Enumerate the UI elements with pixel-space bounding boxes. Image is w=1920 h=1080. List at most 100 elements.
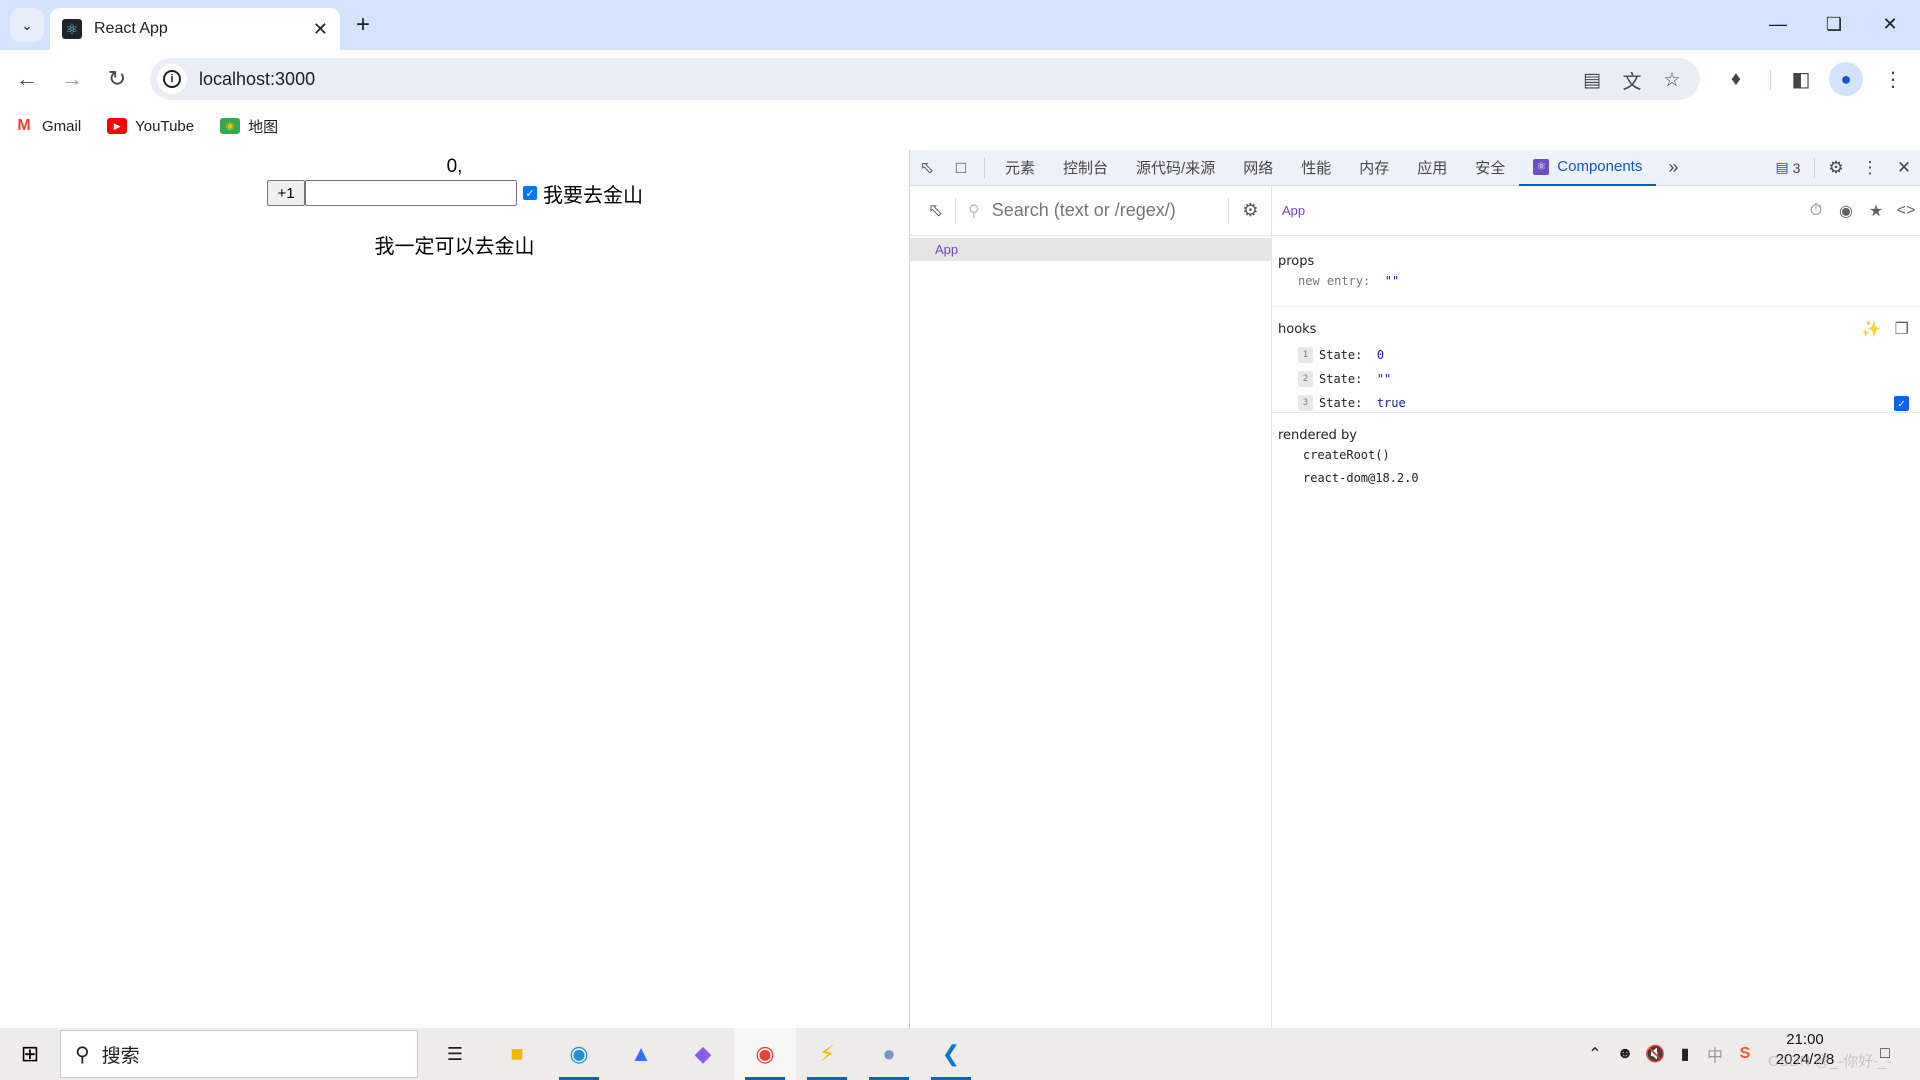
issues-icon: ▤ [1775, 159, 1789, 175]
task-view-button[interactable]: ☰ [424, 1028, 486, 1080]
ime-indicator[interactable]: 中 [1700, 1028, 1730, 1080]
clock-time: 21:00 [1786, 1031, 1824, 1048]
hook-key: State [1319, 372, 1356, 386]
hook-index: 2 [1298, 371, 1313, 387]
site-info-button[interactable]: i [157, 64, 187, 94]
tab-performance[interactable]: 性能 [1287, 150, 1345, 186]
component-search-input[interactable] [991, 200, 1228, 221]
robot-icon: ● [882, 1041, 896, 1066]
assistant-app[interactable]: ● [858, 1028, 920, 1080]
vscode-app[interactable]: ❮ [920, 1028, 982, 1080]
windows-taskbar: ⊞ ⚲ 搜索 ☰ ■ ◉ ▲ ◆ ◉ ⚡ ● ❮ ⌃ ☻ 🔇 ▮ 中 S □ [0, 1028, 1920, 1080]
install-app-icon[interactable]: ▤ [1578, 66, 1606, 94]
prop-value[interactable]: "" [1385, 274, 1399, 288]
props-title: props [1278, 254, 1315, 269]
inspect-element-icon[interactable]: ⬁ [910, 150, 944, 186]
tab-sources[interactable]: 源代码/来源 [1122, 150, 1229, 186]
tab-memory[interactable]: 内存 [1345, 150, 1403, 186]
hook-row[interactable]: 2 State: "" [1278, 367, 1920, 391]
bookmarks-bar: M Gmail ▶ YouTube ◉ 地图 [0, 108, 1920, 144]
youtube-icon: ▶ [107, 118, 128, 134]
tab-application[interactable]: 应用 [1403, 150, 1461, 186]
hook-row[interactable]: 3 State: true ✓ [1278, 391, 1920, 415]
conditional-message: 我一定可以去金山 [374, 234, 535, 258]
menu-icon[interactable]: ⋮ [1876, 62, 1910, 96]
device-toolbar-icon[interactable]: □ [944, 150, 978, 186]
feishu-app[interactable]: ▲ [610, 1028, 672, 1080]
entry-input[interactable] [305, 180, 517, 206]
close-devtools-icon[interactable]: ✕ [1887, 150, 1920, 186]
more-tabs-icon[interactable]: » [1656, 150, 1690, 186]
props-section: props new entry: "" [1272, 248, 1920, 307]
hook-row[interactable]: 1 State: 0 [1278, 343, 1920, 367]
eye-icon[interactable]: ◉ [1831, 201, 1861, 221]
parse-hook-names-icon[interactable]: ✨ [1861, 321, 1881, 338]
tab-elements[interactable]: 元素 [991, 150, 1049, 186]
tab-components[interactable]: ⚛ Components [1519, 150, 1657, 186]
copilot-app[interactable]: ◆ [672, 1028, 734, 1080]
tab-search-button[interactable]: ⌄ [10, 8, 44, 42]
tool-app[interactable]: ⚡ [796, 1028, 858, 1080]
qq-tray-icon[interactable]: ☻ [1610, 1028, 1640, 1080]
url-text[interactable]: localhost:3000 [199, 69, 315, 90]
issues-button[interactable]: ▤ 3 [1766, 150, 1810, 186]
increment-button[interactable]: +1 [267, 180, 305, 206]
bookmark-gmail[interactable]: M Gmail [14, 117, 81, 135]
browser-tab[interactable]: ⚛ React App ✕ [50, 8, 340, 50]
stopwatch-icon[interactable]: ⏱ [1801, 202, 1831, 220]
extensions-icon[interactable]: ♦ [1719, 62, 1753, 96]
start-button[interactable]: ⊞ [0, 1028, 60, 1080]
battery-icon[interactable]: ▮ [1670, 1028, 1700, 1080]
arrow-right-icon: → [61, 66, 83, 91]
tab-title: React App [94, 20, 168, 37]
reload-button[interactable]: ↻ [100, 62, 134, 96]
tab-network[interactable]: 网络 [1229, 150, 1287, 186]
chrome-app[interactable]: ◉ [734, 1028, 796, 1080]
toolbar-divider [1770, 70, 1771, 90]
bookmark-label: 地图 [248, 118, 279, 136]
react-icon: ⚛ [1533, 158, 1550, 175]
view-source-icon[interactable]: <> [1891, 202, 1920, 220]
hook-value[interactable]: "" [1377, 372, 1391, 386]
more-options-icon[interactable]: ⋮ [1853, 150, 1887, 186]
tree-settings-icon[interactable]: ⚙ [1228, 197, 1272, 224]
tab-console[interactable]: 控制台 [1049, 150, 1122, 186]
back-button[interactable]: ← [10, 62, 44, 96]
tree-item[interactable]: App [910, 238, 1272, 261]
volume-muted-icon[interactable]: 🔇 [1640, 1028, 1670, 1080]
sogou-icon[interactable]: S [1730, 1028, 1760, 1080]
side-panel-icon[interactable]: ◧ [1784, 62, 1818, 96]
component-tree: ⬁ ⚲ ⚙ App [910, 186, 1272, 1028]
restore-button[interactable]: ❏ [1806, 0, 1862, 48]
chrome-icon: ◉ [755, 1041, 775, 1066]
renderer-item: react-dom@18.2.0 [1303, 470, 1419, 485]
watermark: CSDN @_-你好-_- [1768, 1053, 1892, 1070]
copy-icon[interactable]: ❐ [1895, 321, 1909, 338]
bookmark-star-icon[interactable]: ☆ [1658, 66, 1686, 94]
hook-value-checkbox[interactable]: ✓ [1894, 395, 1909, 411]
taskbar-search[interactable]: ⚲ 搜索 [60, 1030, 418, 1078]
forward-button[interactable]: → [55, 62, 89, 96]
close-tab-icon[interactable]: ✕ [313, 19, 328, 40]
select-element-icon[interactable]: ⬁ [916, 197, 956, 224]
edge-app[interactable]: ◉ [548, 1028, 610, 1080]
hook-value[interactable]: true [1377, 396, 1894, 410]
bookmark-youtube[interactable]: ▶ YouTube [107, 118, 194, 135]
hook-value[interactable]: 0 [1377, 348, 1384, 362]
jinshan-checkbox[interactable]: ✓ [523, 186, 537, 200]
show-hidden-icons[interactable]: ⌃ [1580, 1028, 1610, 1080]
vscode-icon: ❮ [941, 1041, 961, 1066]
close-window-button[interactable]: ✕ [1862, 0, 1918, 48]
file-explorer-app[interactable]: ■ [486, 1028, 548, 1080]
prop-row[interactable]: new entry: "" [1278, 269, 1920, 293]
hook-index: 1 [1298, 347, 1313, 363]
profile-avatar[interactable]: ● [1829, 62, 1863, 96]
bookmark-maps[interactable]: ◉ 地图 [220, 116, 278, 137]
tab-security[interactable]: 安全 [1461, 150, 1519, 186]
minimize-button[interactable]: — [1750, 0, 1806, 48]
translate-icon[interactable]: 文 [1618, 66, 1646, 94]
bug-icon[interactable]: ★ [1861, 201, 1891, 221]
settings-icon[interactable]: ⚙ [1819, 150, 1853, 186]
address-bar[interactable]: i localhost:3000 [150, 58, 1700, 100]
new-tab-button[interactable]: + [348, 10, 378, 40]
